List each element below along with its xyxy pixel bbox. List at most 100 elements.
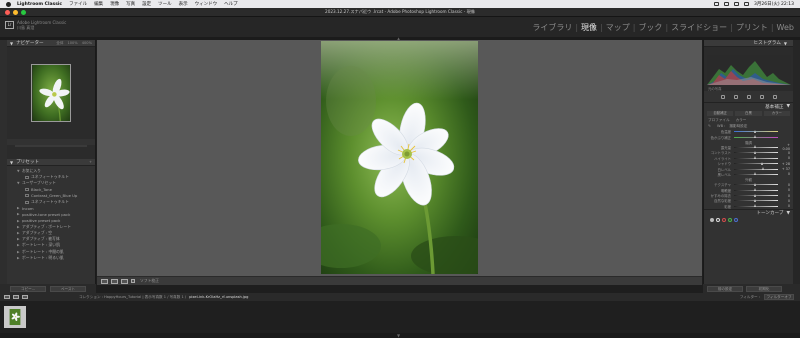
curve-parametric-icon[interactable] (710, 217, 714, 222)
menu-window[interactable]: ウィンドウ (195, 1, 218, 7)
slider-thumb[interactable] (754, 193, 757, 197)
main-window-icon[interactable] (4, 295, 10, 299)
navigator-thumbnail[interactable] (31, 64, 71, 122)
collapse-triangle-icon[interactable]: ▼ (10, 41, 13, 46)
search-icon[interactable] (734, 2, 739, 6)
wb-value[interactable]: 撮影時設定 (729, 124, 747, 129)
filmstrip-thumbnail[interactable] (4, 306, 26, 328)
collapse-triangle-icon[interactable]: ▼ (786, 211, 790, 216)
slider-track[interactable] (734, 145, 778, 149)
histogram-header[interactable]: ヒストグラム ▼ (704, 40, 793, 47)
before-after-swap-icon[interactable] (121, 278, 128, 284)
heal-icon[interactable] (746, 94, 751, 99)
crop-icon[interactable] (733, 94, 738, 99)
image-canvas[interactable] (97, 40, 702, 276)
menu-settings[interactable]: 設定 (142, 1, 151, 7)
apple-menu-icon[interactable] (6, 1, 11, 7)
navigator-header[interactable]: ▼ ナビゲーター 全体 100% 400% (7, 40, 95, 47)
curve-blue-channel-icon[interactable] (734, 217, 738, 222)
curve-point-icon[interactable] (716, 217, 720, 222)
grid-view-icon[interactable] (22, 295, 28, 299)
main-photo[interactable] (321, 41, 478, 274)
menu-tools[interactable]: ツール (158, 1, 172, 7)
slider-value[interactable]: + 37 (780, 167, 790, 171)
module-develop[interactable]: 現像 (581, 22, 597, 33)
slider-value[interactable]: 0 (780, 199, 790, 203)
slider-thumb[interactable] (754, 204, 757, 208)
color-button[interactable]: カラー (763, 111, 790, 116)
menu-develop[interactable]: 現像 (110, 1, 119, 7)
module-map[interactable]: マップ (606, 22, 630, 33)
right-panel-toggle-strip[interactable] (793, 40, 800, 284)
slider-track[interactable] (734, 172, 778, 176)
masking-icon[interactable] (772, 94, 777, 99)
slider-thumb[interactable] (754, 172, 757, 176)
presets-header[interactable]: ▼ プリセット + (7, 159, 95, 166)
nav-zoom-100[interactable]: 100% (67, 41, 77, 46)
slider-value[interactable]: 0 (780, 156, 790, 160)
nav-zoom-fit[interactable]: 全体 (56, 41, 63, 46)
preset-group[interactable]: ▶ ポートレート : 明るい肌 (7, 255, 95, 261)
slider-thumb[interactable] (754, 198, 757, 202)
slider-value[interactable]: 0 (780, 151, 790, 155)
histogram[interactable]: 元の写真 (704, 47, 793, 91)
basic-panel-header[interactable]: 基本補正 ▼ (704, 103, 793, 110)
module-print[interactable]: プリント (736, 22, 768, 33)
copy-settings-button[interactable]: コピー... (10, 285, 46, 292)
navigator-preview[interactable] (7, 47, 95, 139)
slider-thumb[interactable] (754, 145, 757, 149)
chevron-down-icon[interactable]: ▼ (397, 333, 400, 338)
menubar-clock[interactable]: 3月26日(火) 22:13 (754, 1, 794, 7)
menu-help[interactable]: ヘルプ (224, 1, 238, 7)
edit-sliders-icon[interactable] (720, 94, 725, 99)
menu-photo[interactable]: 写真 (126, 1, 135, 7)
slider-value[interactable]: 0 (780, 204, 790, 208)
app-menu[interactable]: Lightroom Classic (17, 2, 62, 7)
curve-red-channel-icon[interactable] (722, 217, 726, 222)
slider-thumb[interactable] (754, 182, 757, 186)
before-after-view-icon[interactable] (111, 278, 118, 284)
second-window-icon[interactable] (13, 295, 19, 299)
module-web[interactable]: Web (777, 23, 794, 32)
slider-thumb[interactable] (754, 129, 757, 133)
slider-track[interactable] (734, 193, 778, 197)
nav-zoom-400[interactable]: 400% (82, 41, 92, 46)
slider-track[interactable] (734, 150, 778, 154)
bw-button[interactable]: 白黒 (735, 111, 762, 116)
slider-track[interactable] (734, 156, 778, 160)
slider-track[interactable] (734, 167, 778, 171)
add-preset-icon[interactable]: + (89, 160, 92, 164)
slider-track[interactable] (734, 204, 778, 208)
slider-value[interactable]: 0 (780, 194, 790, 198)
collapse-triangle-icon[interactable]: ▼ (10, 160, 13, 165)
soft-proof-checkbox[interactable] (131, 279, 135, 283)
eyedropper-icon[interactable]: ✎ (708, 124, 711, 128)
profile-value[interactable]: カラー (736, 118, 747, 123)
slider-value[interactable]: 0 (780, 188, 790, 192)
paste-settings-button[interactable]: ペースト (50, 285, 86, 292)
filter-dropdown[interactable]: フィルターオフ (764, 294, 794, 300)
menu-file[interactable]: ファイル (69, 1, 87, 7)
module-library[interactable]: ライブラリ (532, 22, 572, 33)
control-center-icon[interactable] (744, 2, 749, 6)
slider-thumb[interactable] (754, 135, 757, 139)
collapse-triangle-icon[interactable]: ▼ (784, 41, 787, 46)
curve-green-channel-icon[interactable] (728, 217, 732, 222)
wifi-icon[interactable] (724, 2, 729, 6)
previous-settings-button[interactable]: 前の設定 (707, 285, 743, 292)
menu-edit[interactable]: 編集 (94, 1, 103, 7)
slider-track[interactable] (734, 129, 778, 133)
module-slideshow[interactable]: スライドショー (671, 22, 727, 33)
slider-track[interactable] (734, 135, 778, 139)
slider-track[interactable] (734, 188, 778, 192)
bottom-panel-toggle-strip[interactable]: ▼ (0, 333, 800, 338)
slider-value[interactable]: 0 (780, 183, 790, 187)
slider-value[interactable]: 0 (780, 172, 790, 176)
slider-track[interactable] (734, 198, 778, 202)
menu-view[interactable]: 表示 (179, 1, 188, 7)
slider-thumb[interactable] (754, 150, 757, 154)
red-eye-icon[interactable] (759, 94, 764, 99)
slider-thumb[interactable] (762, 167, 765, 171)
slider-thumb[interactable] (760, 161, 763, 165)
loupe-view-icon[interactable] (101, 278, 108, 284)
